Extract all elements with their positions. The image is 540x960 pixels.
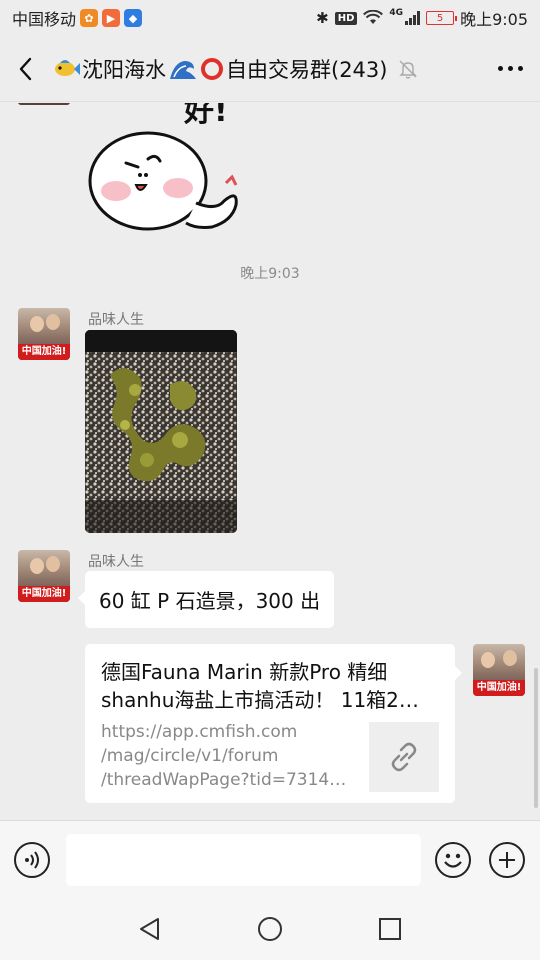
video-app-icon: ▶ — [102, 9, 121, 27]
voice-icon — [25, 850, 39, 869]
status-left: 中国移动 ✿ ▶ ◆ — [12, 6, 143, 30]
message-list[interactable]: 好! 晚上9:03 中国加油! 品味人生 中国加油! 品味人生 60 缸 P 石… — [0, 103, 540, 820]
link-title: 德国Fauna Marin 新款Pro 精细 shanhu海盐上市搞活动！ 11… — [101, 658, 439, 714]
avatar-face — [46, 314, 60, 330]
link-url: https://app.cmfish.com /mag/circle/v1/fo… — [101, 720, 369, 792]
wifi-icon — [363, 10, 384, 24]
emoji-icon — [444, 853, 462, 868]
avatar-label: 中国加油! — [18, 586, 70, 602]
previous-avatar — [18, 103, 70, 105]
link-url-line3: /threadWapPage?tid=73141… — [101, 770, 355, 790]
text-message-bubble[interactable]: 60 缸 P 石造景，300 出 — [77, 571, 335, 628]
nav-home-icon — [258, 917, 282, 941]
avatar-face — [46, 556, 60, 572]
aquarium-rock-image — [85, 330, 237, 533]
avatar-face — [503, 650, 517, 666]
link-icon — [391, 742, 417, 772]
back-button[interactable] — [0, 36, 52, 102]
link-title-line1: 德国Fauna Marin 新款Pro 精细 — [101, 660, 388, 684]
sender-name: 品味人生 — [88, 312, 144, 328]
nav-back-button[interactable] — [130, 909, 170, 949]
avatar-label: 中国加油! — [18, 344, 70, 360]
message-text: 60 缸 P 石造景，300 出 — [99, 589, 321, 613]
hd-icon: HD — [334, 11, 358, 25]
voice-button[interactable] — [14, 841, 50, 878]
link-url-line2: /mag/circle/v1/forum — [101, 746, 279, 766]
carrier-name: 中国移动 — [12, 10, 77, 29]
bell-muted-icon — [399, 60, 418, 79]
fish-icon — [55, 59, 80, 76]
bluetooth-icon: ✱ — [316, 9, 329, 27]
status-time: 晚上9:05 — [460, 10, 528, 29]
avatar[interactable]: 中国加油! — [18, 550, 70, 602]
link-url-line1: https://app.cmfish.com — [101, 722, 298, 742]
avatar-face — [30, 316, 44, 332]
message-timestamp: 晚上9:03 — [240, 266, 300, 282]
chat-title-part2: 自由交易群(243) — [226, 57, 388, 82]
app-notification-icon: ✿ — [80, 9, 99, 27]
emoji-button[interactable] — [435, 841, 471, 878]
message-input[interactable] — [66, 833, 421, 886]
nav-recents-button[interactable] — [370, 909, 410, 949]
avatar[interactable]: 中国加油! — [18, 308, 70, 360]
chat-title[interactable]: 沈阳海水 自由交易群(243) — [52, 54, 419, 84]
link-body: https://app.cmfish.com /mag/circle/v1/fo… — [101, 720, 439, 792]
battery-level: 5 — [436, 12, 444, 24]
more-dot — [507, 66, 513, 71]
input-bar — [0, 820, 540, 898]
link-thumbnail — [369, 722, 439, 792]
my-avatar[interactable]: 中国加油! — [473, 644, 525, 696]
more-button[interactable] — [480, 36, 540, 102]
red-circle-icon — [201, 57, 223, 80]
chat-title-part1: 沈阳海水 — [82, 57, 166, 82]
nav-recents-icon — [379, 918, 401, 940]
battery-icon: 5 — [426, 11, 458, 25]
sticker-image[interactable]: 好! — [86, 103, 256, 238]
back-arrow-icon — [19, 57, 32, 80]
link-title-line2: shanhu海盐上市搞活动！ 11箱2… — [101, 688, 419, 712]
system-nav-bar — [0, 898, 540, 960]
avatar-face — [481, 652, 495, 668]
more-dot — [497, 66, 503, 71]
signal-icon — [405, 11, 421, 25]
nav-back-icon — [140, 918, 159, 940]
status-bar: 中国移动 ✿ ▶ ◆ ✱ HD 4G 5 晚上9:05 — [0, 0, 540, 36]
avatar-face — [30, 558, 44, 574]
link-card-message[interactable]: 德国Fauna Marin 新款Pro 精细 shanhu海盐上市搞活动！ 11… — [85, 644, 462, 803]
avatar-label: 中国加油! — [473, 680, 525, 696]
plus-button[interactable] — [489, 841, 525, 878]
scrollbar[interactable] — [534, 668, 538, 808]
nav-home-button[interactable] — [250, 909, 290, 949]
shield-app-icon: ◆ — [124, 9, 143, 27]
photo-message[interactable] — [85, 330, 237, 533]
status-right: ✱ HD 4G 5 晚上9:05 — [316, 6, 528, 30]
wave-icon — [170, 60, 196, 79]
sender-name: 品味人生 — [88, 554, 144, 570]
chat-header: 沈阳海水 自由交易群(243) — [0, 36, 540, 102]
sticker-caption: 好! — [183, 103, 228, 129]
more-dot — [517, 66, 523, 71]
network-type: 4G — [389, 8, 404, 18]
